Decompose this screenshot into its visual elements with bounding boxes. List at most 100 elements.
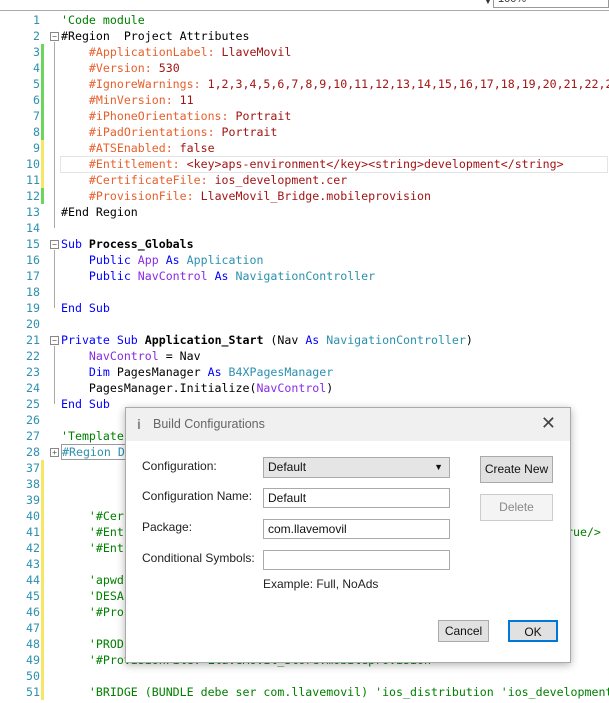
collapse-icon[interactable]: − [50, 32, 59, 41]
configuration-value: Default [268, 460, 307, 474]
code-text: #ProvisionFile: LlaveMovil_Bridge.mobile… [61, 188, 431, 204]
code-token: false [179, 141, 215, 155]
code-line[interactable]: 3 #ApplicationLabel: LlaveMovil [0, 44, 609, 60]
code-line[interactable]: 17 Public NavControl As NavigationContro… [0, 268, 609, 284]
change-marker [41, 92, 44, 108]
package-input[interactable]: com.llavemovil [263, 519, 450, 539]
line-number: 7 [33, 109, 40, 123]
line-number: 49 [26, 653, 40, 667]
code-line[interactable]: 18 [0, 284, 609, 300]
code-line[interactable]: 19 End Sub [0, 300, 609, 316]
code-token: B4XPagesManager [228, 365, 334, 379]
code-line[interactable]: 4 #Version: 530 [0, 60, 609, 76]
code-token: PagesManager [116, 365, 208, 379]
close-icon[interactable]: ✕ [541, 413, 556, 434]
line-number: 18 [26, 285, 40, 299]
code-text: #iPadOrientations: Portrait [61, 124, 277, 140]
chevron-down-icon: ▼ [434, 462, 443, 472]
code-line[interactable]: 22 NavControl = Nav [0, 348, 609, 364]
code-token: NavControl [256, 381, 327, 395]
code-line[interactable]: 15 − Sub Process_Globals [0, 236, 609, 252]
configuration-select[interactable]: Default ▼ [263, 457, 450, 478]
code-text: 'BRIDGE (BUNDLE debe ser com.llavemovil)… [61, 684, 609, 700]
code-token: Public [61, 253, 138, 267]
code-line[interactable]: 24 PagesManager.Initialize(NavControl) [0, 380, 609, 396]
code-line[interactable]: 2 − #Region Project Attributes [0, 28, 609, 44]
line-number: 17 [26, 269, 40, 283]
configuration-name-input[interactable]: Default [263, 488, 450, 508]
code-token: NavControl [137, 269, 215, 283]
code-token: App [137, 253, 166, 267]
code-token: Application [186, 253, 264, 267]
code-token: Dim [61, 365, 117, 379]
code-line[interactable]: 1 'Code module [0, 12, 609, 28]
change-marker [41, 156, 44, 172]
conditional-symbols-input[interactable] [263, 550, 450, 570]
code-line[interactable]: 12 #ProvisionFile: LlaveMovil_Bridge.mob… [0, 188, 609, 204]
code-token: ios_development.cer [214, 173, 348, 187]
expand-icon[interactable]: + [50, 448, 59, 457]
code-line[interactable]: 16 Public App As Application [0, 252, 609, 268]
line-number: 1 [33, 13, 40, 27]
change-marker [41, 524, 44, 540]
line-number: 12 [26, 189, 40, 203]
code-line[interactable]: 11 #CertificateFile: ios_development.cer [0, 172, 609, 188]
code-token: '#Cer [61, 509, 124, 523]
code-line[interactable]: 8 #iPadOrientations: Portrait [0, 124, 609, 140]
code-line[interactable]: 23 Dim PagesManager As B4XPagesManager [0, 364, 609, 380]
line-number: 20 [26, 317, 40, 331]
fold-guide [54, 42, 55, 228]
code-text: Sub Process_Globals [61, 236, 194, 252]
code-line[interactable]: 50 [0, 668, 609, 684]
code-line[interactable]: 13 #End Region [0, 204, 609, 220]
zoom-dropdown-arrow-icon[interactable]: ▼ [484, 0, 492, 6]
code-text: 'Template [61, 428, 124, 444]
change-marker [41, 652, 44, 668]
collapse-icon[interactable]: − [50, 336, 59, 345]
code-text: #MinVersion: 11 [61, 92, 194, 108]
line-number: 14 [26, 221, 40, 235]
code-token: #Entitlement: [61, 157, 187, 171]
change-marker [41, 172, 44, 188]
line-number: 38 [26, 477, 40, 491]
code-line[interactable]: 20 [0, 316, 609, 332]
code-line[interactable]: 51 'BRIDGE (BUNDLE debe ser com.llavemov… [0, 684, 609, 700]
line-number: 50 [26, 669, 40, 683]
code-line[interactable]: 7 #iPhoneOrientations: Portrait [0, 108, 609, 124]
line-number: 46 [26, 605, 40, 619]
code-line[interactable]: 10 #Entitlement: <key>aps-environment</k… [0, 156, 609, 172]
collapse-icon[interactable]: − [50, 240, 59, 249]
line-number: 21 [26, 333, 40, 347]
code-token: = Nav [165, 349, 201, 363]
create-new-button[interactable]: Create New [480, 456, 553, 483]
ok-button[interactable]: OK [508, 620, 558, 642]
code-token: 'Template [61, 429, 124, 443]
line-number: 42 [26, 541, 40, 555]
code-line[interactable]: 9 #ATSEnabled: false [0, 140, 609, 156]
dialog-title-bar[interactable]: i Build Configurations ✕ [126, 408, 570, 441]
change-marker [41, 684, 44, 700]
code-text: 'apwd [61, 572, 124, 588]
configuration-label: Configuration: [142, 459, 217, 473]
change-marker [41, 460, 44, 476]
line-number: 6 [33, 93, 40, 107]
code-token: As [214, 269, 236, 283]
code-token: 'Code module [61, 13, 145, 27]
line-number: 43 [26, 557, 40, 571]
delete-button[interactable]: Delete [480, 494, 553, 521]
zoom-select[interactable]: 100% [493, 0, 609, 8]
code-token: '#Ent [61, 525, 124, 539]
code-line[interactable]: 6 #MinVersion: 11 [0, 92, 609, 108]
code-token: LlaveMovil_Bridge.mobileprovision [200, 189, 431, 203]
code-token: <key>aps-environment</key><string>develo… [186, 157, 564, 171]
line-number: 51 [26, 685, 40, 699]
code-line[interactable]: 21 − Private Sub Application_Start (Nav As… [0, 332, 609, 348]
code-token: rue/> [566, 525, 601, 539]
code-token: 'BRIDGE (BUNDLE debe ser com.llavemovil)… [61, 685, 609, 699]
code-line[interactable]: 5 #IgnoreWarnings: 1,2,3,4,5,6,7,8,9,10,… [0, 76, 609, 92]
code-line[interactable]: 14 [0, 220, 609, 236]
code-token: ) [465, 333, 473, 347]
code-token: 530 [158, 61, 180, 75]
change-marker [41, 572, 44, 588]
cancel-button[interactable]: Cancel [438, 620, 489, 642]
